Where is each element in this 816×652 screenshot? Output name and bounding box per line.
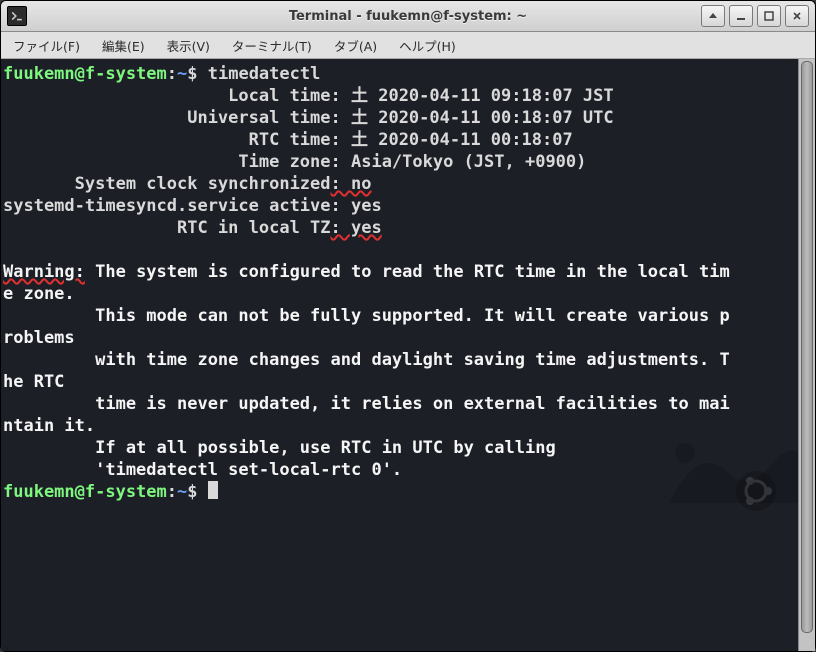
terminal-window: Terminal - fuukemn@f-system: ~ ファイル(F) 編… [0, 0, 816, 652]
warning-line-6: he RTC [3, 372, 64, 392]
menu-terminal[interactable]: ターミナル(T) [228, 34, 316, 57]
scrollbar-thumb[interactable] [801, 61, 813, 633]
prompt-path: ~ [177, 64, 187, 84]
warning-line-7: time is never updated, it relies on exte… [3, 394, 730, 414]
output-time-zone: Time zone: Asia/Tokyo (JST, +0900) [3, 152, 586, 172]
output-rtc-tz-value: : yes [331, 218, 382, 238]
output-rtc-time: RTC time: 土 2020-04-11 00:18:07 [3, 130, 573, 150]
menu-tab[interactable]: タブ(A) [330, 34, 381, 57]
window-title: Terminal - fuukemn@f-system: ~ [289, 9, 527, 24]
output-local-time: Local time: 土 2020-04-11 09:18:07 JST [3, 86, 614, 106]
output-clock-sync-value: : no [331, 174, 372, 194]
warning-line-9: If at all possible, use RTC in UTC by ca… [3, 438, 556, 458]
ubuntu-watermark-icon [736, 471, 776, 511]
command-1: timedatectl [208, 64, 321, 84]
shade-button[interactable] [701, 5, 725, 27]
menu-file[interactable]: ファイル(F) [9, 34, 84, 57]
output-timesyncd: systemd-timesyncd.service active: yes [3, 196, 382, 216]
menu-edit[interactable]: 編集(E) [98, 34, 149, 57]
minimize-button[interactable] [729, 5, 753, 27]
warning-label: Warning: [3, 262, 85, 282]
warning-line-10: 'timedatectl set-local-rtc 0'. [3, 460, 402, 480]
warning-line-1: The system is configured to read the RTC… [85, 262, 730, 282]
maximize-button[interactable] [757, 5, 781, 27]
scrollbar[interactable] [798, 59, 815, 651]
close-button[interactable] [785, 5, 809, 27]
prompt-path-2: ~ [177, 482, 187, 502]
menu-help[interactable]: ヘルプ(H) [395, 34, 460, 57]
output-clock-sync-label: System clock synchronized [3, 174, 331, 194]
output-universal-time: Universal time: 土 2020-04-11 00:18:07 UT… [3, 108, 614, 128]
warning-line-8: ntain it. [3, 416, 95, 436]
titlebar[interactable]: Terminal - fuukemn@f-system: ~ [1, 1, 815, 32]
warning-line-4: roblems [3, 328, 75, 348]
menubar: ファイル(F) 編集(E) 表示(V) ターミナル(T) タブ(A) ヘルプ(H… [1, 32, 815, 59]
warning-line-5: with time zone changes and daylight savi… [3, 350, 730, 370]
cursor [208, 481, 218, 499]
terminal-output[interactable]: fuukemn@f-system:~$ timedatectl Local ti… [1, 59, 798, 651]
menu-view[interactable]: 表示(V) [163, 34, 214, 57]
warning-line-3: This mode can not be fully supported. It… [3, 306, 730, 326]
prompt-user: fuukemn@f-system [3, 64, 167, 84]
terminal-area: fuukemn@f-system:~$ timedatectl Local ti… [1, 59, 815, 651]
xfce-watermark-icon [568, 341, 768, 541]
warning-line-2: e zone. [3, 284, 75, 304]
prompt-user-2: fuukemn@f-system [3, 482, 167, 502]
terminal-app-icon [7, 6, 27, 26]
output-rtc-tz-label: RTC in local TZ [3, 218, 331, 238]
